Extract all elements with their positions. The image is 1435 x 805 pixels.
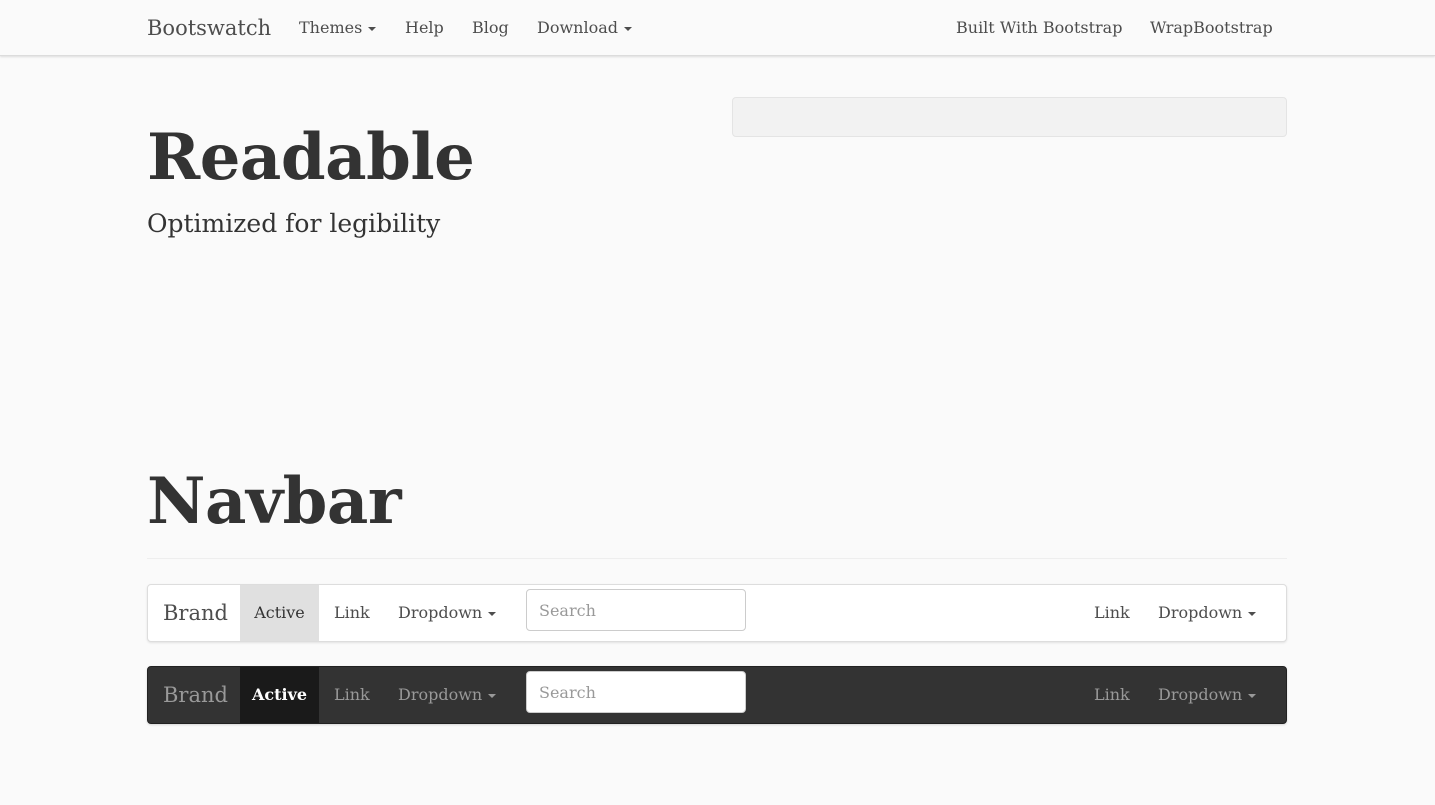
demo-search-input[interactable] (526, 589, 746, 631)
nav-help[interactable]: Help (405, 0, 444, 56)
demo-nav-right-link[interactable]: Link (1094, 667, 1130, 723)
demo-nav-active[interactable]: Active (240, 667, 319, 723)
demo-navbar-default: Brand Active Link Dropdown Link Dropdown (147, 584, 1287, 642)
demo-brand[interactable]: Brand (163, 585, 228, 641)
nav-themes-dropdown[interactable]: Themes (299, 0, 377, 56)
nav-blog[interactable]: Blog (472, 0, 509, 56)
demo-nav-dropdown-label: Dropdown (398, 685, 483, 704)
caret-down-icon (368, 26, 377, 31)
caret-down-icon (624, 26, 632, 31)
demo-nav-right-dropdown[interactable]: Dropdown (1158, 667, 1257, 723)
caret-down-icon (488, 693, 497, 698)
caret-down-icon (488, 611, 497, 616)
demo-nav-right-link[interactable]: Link (1094, 585, 1130, 641)
nav-themes-label: Themes (299, 18, 363, 37)
demo-brand[interactable]: Brand (163, 667, 228, 723)
demo-nav-active[interactable]: Active (240, 585, 319, 641)
demo-nav-right-dropdown-label: Dropdown (1158, 685, 1243, 704)
nav-download-label: Download (537, 18, 618, 37)
nav-download-dropdown[interactable]: Download (537, 0, 632, 56)
demo-nav-link[interactable]: Link (334, 667, 370, 723)
section-divider (147, 558, 1287, 559)
top-navbar: Bootswatch Themes Help Blog Download Bui… (0, 0, 1435, 56)
page-title: Readable (147, 120, 475, 195)
nav-wrapbootstrap[interactable]: WrapBootstrap (1150, 0, 1273, 56)
demo-nav-right-dropdown-label: Dropdown (1158, 603, 1243, 622)
caret-down-icon (1248, 693, 1257, 698)
section-title-navbar: Navbar (147, 464, 402, 539)
demo-search-input[interactable] (526, 671, 746, 713)
demo-navbar-inverse: Brand Active Link Dropdown Link Dropdown (147, 666, 1287, 724)
caret-down-icon (1248, 611, 1257, 616)
brand-link[interactable]: Bootswatch (147, 0, 271, 56)
page-subtitle: Optimized for legibility (147, 209, 441, 238)
demo-nav-dropdown[interactable]: Dropdown (398, 667, 497, 723)
demo-nav-dropdown-label: Dropdown (398, 603, 483, 622)
demo-nav-link[interactable]: Link (334, 585, 370, 641)
ad-placeholder[interactable] (732, 97, 1287, 137)
demo-nav-dropdown[interactable]: Dropdown (398, 585, 497, 641)
nav-built-with-bootstrap[interactable]: Built With Bootstrap (956, 0, 1122, 56)
demo-nav-right-dropdown[interactable]: Dropdown (1158, 585, 1257, 641)
